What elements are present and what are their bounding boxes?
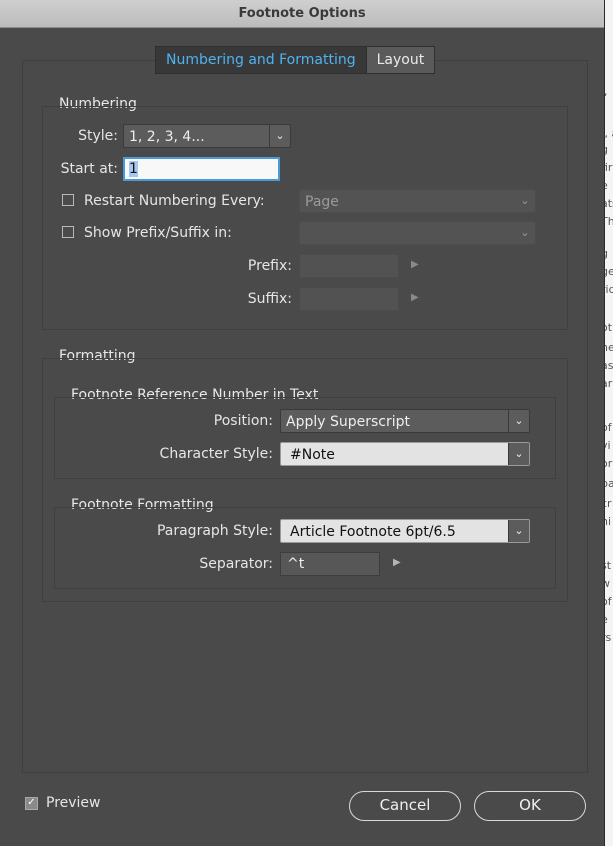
- tab-layout[interactable]: Layout: [367, 47, 435, 73]
- tab-bar: Numbering and Formatting Layout: [155, 46, 436, 74]
- chevron-down-icon: ⌄: [508, 410, 529, 432]
- tab-numbering-and-formatting[interactable]: Numbering and Formatting: [156, 47, 367, 73]
- suffix-insert-arrow-icon[interactable]: ▶: [411, 292, 419, 303]
- start-at-label: Start at:: [60, 161, 118, 177]
- dialog-title: Footnote Options: [0, 0, 604, 28]
- cancel-button[interactable]: Cancel: [349, 791, 461, 821]
- position-label: Position:: [213, 413, 273, 429]
- prefix-insert-arrow-icon[interactable]: ▶: [411, 259, 419, 270]
- preview-label: Preview: [46, 795, 101, 811]
- restart-value: Page: [305, 194, 339, 210]
- start-at-field[interactable]: 1: [123, 157, 280, 181]
- preview-checkbox[interactable]: ✓: [25, 797, 38, 810]
- character-style-value: #Note: [290, 447, 335, 463]
- restart-numbering-dropdown[interactable]: Page ⌄: [299, 189, 536, 213]
- style-value: 1, 2, 3, 4...: [129, 129, 205, 145]
- paragraph-style-dropdown[interactable]: Article Footnote 6pt/6.5 ⌄: [280, 519, 530, 543]
- style-label: Style:: [78, 128, 118, 144]
- character-style-dropdown[interactable]: #Note ⌄: [280, 442, 530, 466]
- prefix-suffix-label: Show Prefix/Suffix in:: [84, 225, 232, 241]
- paragraph-style-value: Article Footnote 6pt/6.5: [290, 524, 456, 540]
- separator-label: Separator:: [199, 556, 273, 572]
- position-value: Apply Superscript: [286, 414, 411, 430]
- chevron-down-icon: ⌄: [508, 520, 529, 542]
- chevron-down-icon: ⌄: [508, 443, 529, 465]
- prefix-suffix-dropdown[interactable]: ⌄: [299, 221, 536, 245]
- start-at-value: 1: [129, 161, 138, 177]
- suffix-label: Suffix:: [247, 291, 292, 307]
- chevron-down-icon: ⌄: [520, 194, 530, 207]
- restart-numbering-label: Restart Numbering Every:: [84, 193, 265, 209]
- paragraph-style-label: Paragraph Style:: [156, 523, 273, 539]
- separator-value: ^t: [287, 556, 305, 572]
- chevron-down-icon: ⌄: [520, 226, 530, 239]
- suffix-field[interactable]: [299, 287, 399, 311]
- restart-numbering-checkbox[interactable]: [62, 194, 74, 206]
- prefix-suffix-checkbox[interactable]: [62, 226, 74, 238]
- prefix-field[interactable]: [299, 254, 399, 278]
- separator-insert-arrow-icon[interactable]: ▶: [393, 557, 401, 568]
- separator-field[interactable]: ^t: [280, 552, 380, 576]
- character-style-label: Character Style:: [159, 446, 273, 462]
- footnote-options-dialog: Footnote Options Numbering and Formattin…: [0, 0, 605, 846]
- ok-button[interactable]: OK: [474, 791, 586, 821]
- chevron-down-icon: ⌄: [269, 125, 290, 147]
- style-dropdown[interactable]: 1, 2, 3, 4... ⌄: [123, 124, 291, 148]
- prefix-label: Prefix:: [247, 258, 292, 274]
- position-dropdown[interactable]: Apply Superscript ⌄: [280, 409, 530, 433]
